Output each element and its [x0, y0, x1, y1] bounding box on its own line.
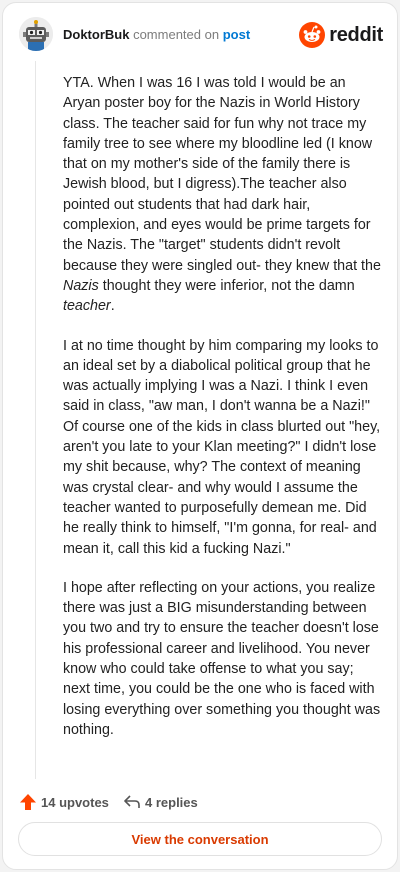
paragraph-1-text: YTA. When I was 16 I was told I would be… [63, 75, 381, 274]
comment-footer: 14 upvotes 4 replies [19, 791, 383, 815]
upvote-count: 14 upvotes [41, 794, 109, 810]
view-conversation-button[interactable]: View the conversation [18, 822, 382, 856]
comment-body: YTA. When I was 16 I was told I would be… [63, 73, 381, 759]
paragraph-1-text-2: thought they were inferior, not the damn [98, 277, 355, 294]
upvote-stat[interactable]: 14 upvotes [19, 791, 109, 813]
reddit-wordmark: reddit [329, 23, 383, 46]
comment-paragraph-2: I at no time thought by him comparing my… [63, 337, 381, 557]
replies-count: 4 replies [145, 794, 198, 810]
upvote-arrow-icon [20, 794, 36, 810]
author-line: DoktorBuk commented on post [63, 27, 250, 43]
comment-paragraph-3: I hope after reflecting on your actions,… [63, 579, 381, 738]
replies-stat[interactable]: 4 replies [123, 791, 198, 813]
emphasis-nazis: Nazis [63, 277, 99, 294]
user-avatar[interactable] [19, 17, 53, 51]
author-name[interactable]: DoktorBuk [63, 27, 129, 42]
thread-line [35, 61, 36, 779]
reply-arrow-icon [124, 795, 140, 808]
emphasis-teacher: teacher [63, 298, 111, 315]
paragraph-1-text-3: . [110, 298, 115, 315]
robot-avatar-icon [19, 17, 53, 51]
commented-on-text: commented on [133, 27, 220, 42]
post-link[interactable]: post [223, 27, 250, 42]
comment-card: DoktorBuk commented on post reddit YTA. … [2, 2, 398, 870]
reddit-logo[interactable]: reddit [299, 21, 383, 49]
reddit-alien-icon [299, 22, 326, 48]
comment-header: DoktorBuk commented on post reddit [19, 17, 383, 57]
comment-paragraph-1: YTA. When I was 16 I was told I would be… [63, 73, 381, 317]
